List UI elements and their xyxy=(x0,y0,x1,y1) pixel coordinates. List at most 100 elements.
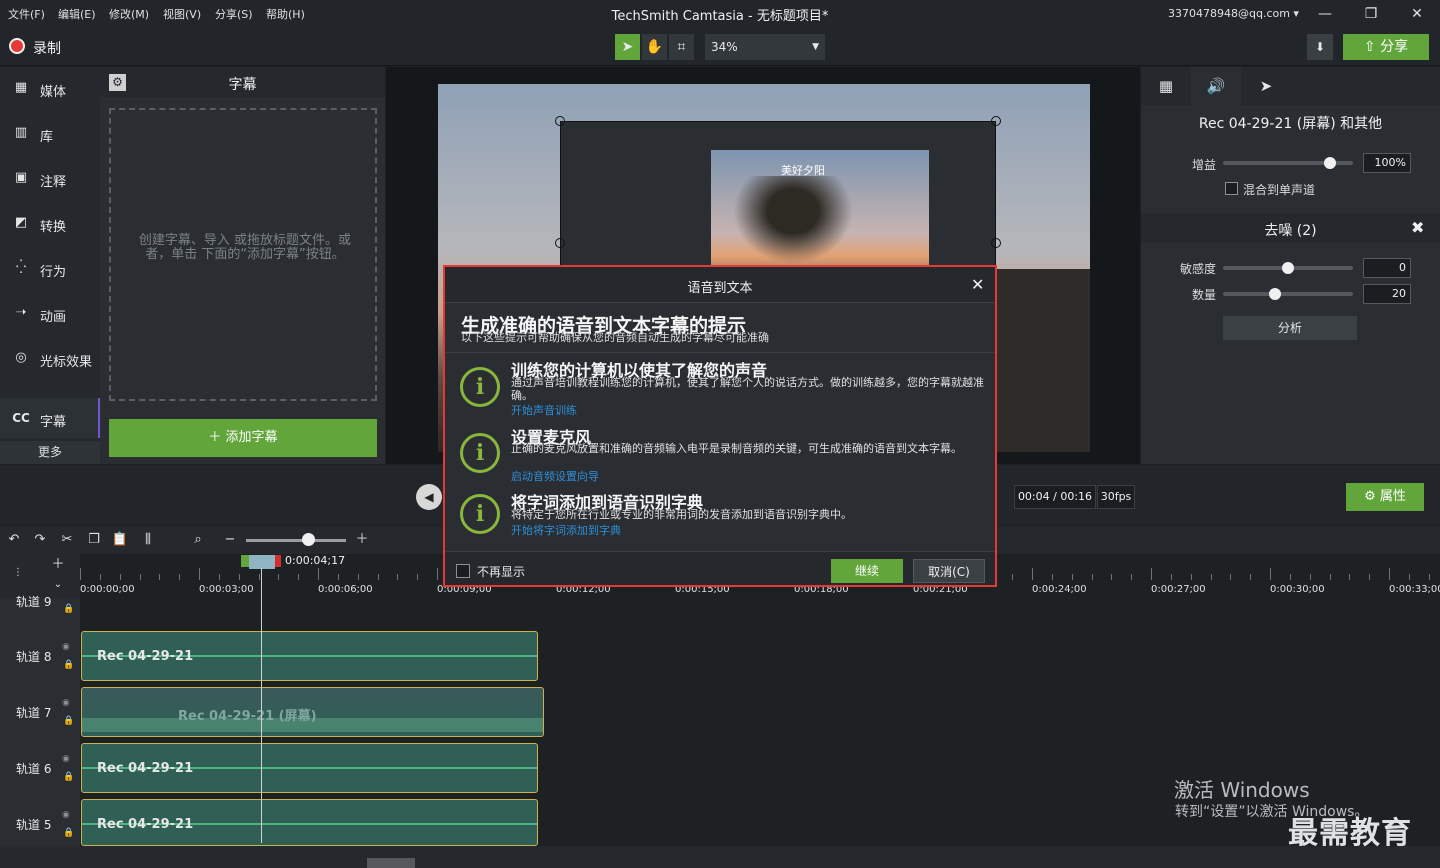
close-icon[interactable]: ✕ xyxy=(971,275,984,294)
resize-handle[interactable] xyxy=(991,238,1001,248)
eye-icon[interactable]: ◉ xyxy=(62,810,70,820)
lock-icon[interactable]: 🔒 xyxy=(63,604,74,614)
lock-icon[interactable]: 🔒 xyxy=(63,772,74,782)
scrollbar-thumb[interactable] xyxy=(367,858,415,868)
voice-training-link[interactable]: 开始声音训练 xyxy=(511,402,577,418)
rail-item-library[interactable]: ▥ 库 xyxy=(0,113,100,153)
sensitivity-input[interactable]: 0 xyxy=(1363,258,1411,278)
sensitivity-slider-knob[interactable] xyxy=(1282,262,1294,274)
mono-checkbox[interactable] xyxy=(1225,182,1238,195)
hand-icon[interactable]: ✋ xyxy=(642,34,667,60)
rail-item-captions[interactable]: CC 字幕 xyxy=(0,398,100,438)
account-menu[interactable]: 3370478948@qq.com ▾ xyxy=(1168,7,1299,20)
track-header[interactable]: 轨道 6 ◉ 🔒 xyxy=(0,740,80,796)
menu-modify[interactable]: 修改(M) xyxy=(109,6,149,22)
restore-icon[interactable]: ❐ xyxy=(1359,4,1383,24)
lock-icon[interactable]: 🔒 xyxy=(63,828,74,838)
audio-clip[interactable]: Rec 04-29-21 xyxy=(81,799,538,846)
amount-input[interactable]: 20 xyxy=(1363,284,1411,304)
rail-more-button[interactable]: 更多 xyxy=(0,441,100,464)
step-back-icon[interactable]: ◀ xyxy=(416,484,442,510)
resize-handle[interactable] xyxy=(555,116,565,126)
resize-handle[interactable] xyxy=(555,238,565,248)
rail-item-behaviors[interactable]: ⁛ 行为 xyxy=(0,248,100,288)
menu-file[interactable]: 文件(F) xyxy=(8,6,45,22)
properties-button[interactable]: ⚙ 属性 xyxy=(1346,483,1424,511)
add-track-icon[interactable]: ＋ xyxy=(48,556,68,574)
rail-item-transitions[interactable]: ◩ 转换 xyxy=(0,203,100,243)
track-lane[interactable]: Rec 04-29-21 xyxy=(80,628,1440,684)
track-header[interactable]: 轨道 8 ◉ 🔒 xyxy=(0,628,80,684)
add-caption-button[interactable]: ＋ 添加字幕 xyxy=(109,419,377,457)
track-controls: ＋ ⌄ ⋮ xyxy=(0,554,80,598)
cancel-button[interactable]: 取消(C) xyxy=(913,559,985,583)
undo-icon[interactable]: ↶ xyxy=(4,531,24,549)
download-icon[interactable]: ⬇ xyxy=(1307,34,1333,60)
rail-item-cursor-effects[interactable]: ◎ 光标效果 xyxy=(0,338,100,378)
split-icon[interactable]: ⫼ xyxy=(138,531,158,549)
amount-slider[interactable] xyxy=(1223,292,1353,296)
menu-help[interactable]: 帮助(H) xyxy=(266,6,305,22)
track-height-icon[interactable]: ⋮ xyxy=(8,564,28,582)
search-icon[interactable]: ⌕ xyxy=(188,531,208,549)
track-header[interactable]: 轨道 5 ◉ 🔒 xyxy=(0,796,80,846)
eye-icon[interactable]: ◉ xyxy=(62,642,70,652)
lock-icon[interactable]: 🔒 xyxy=(63,716,74,726)
library-icon: ▥ xyxy=(14,125,28,140)
screen-clip[interactable]: Rec 04-29-21 (屏幕) xyxy=(81,687,544,737)
track-header[interactable]: 轨道 9 🔒 xyxy=(0,595,80,628)
playhead-handle[interactable] xyxy=(249,555,275,569)
paste-icon[interactable]: 📋 xyxy=(110,531,130,549)
share-button[interactable]: ⇧ 分享 xyxy=(1343,34,1429,60)
ruler-minor-tick xyxy=(1329,574,1331,580)
lock-icon[interactable]: 🔒 xyxy=(63,660,74,670)
menu-edit[interactable]: 编辑(E) xyxy=(58,6,96,22)
redo-icon[interactable]: ↷ xyxy=(30,531,50,549)
arrow-icon[interactable]: ➤ xyxy=(615,34,640,60)
zoom-select[interactable]: 34% ▼ xyxy=(705,34,825,60)
video-tab-icon[interactable]: ▦ xyxy=(1141,67,1191,105)
minimize-icon[interactable]: — xyxy=(1313,4,1337,24)
audio-wizard-link[interactable]: 启动音频设置向导 xyxy=(511,468,599,484)
eye-icon[interactable]: ◉ xyxy=(62,754,70,764)
track-header[interactable]: 轨道 7 ◉ 🔒 xyxy=(0,684,80,740)
menu-view[interactable]: 视图(V) xyxy=(163,6,201,22)
cut-icon[interactable]: ✂ xyxy=(57,531,77,549)
rail-item-media[interactable]: ▦ 媒体 xyxy=(0,68,100,108)
info-icon: i xyxy=(460,367,500,407)
audio-clip[interactable]: Rec 04-29-21 xyxy=(81,743,538,793)
close-icon[interactable]: ✖ xyxy=(1411,218,1424,237)
close-icon[interactable]: ✕ xyxy=(1405,4,1429,24)
gain-input[interactable]: 100% xyxy=(1363,153,1411,173)
gain-slider-knob[interactable] xyxy=(1323,157,1336,169)
cursor-tab-icon[interactable]: ➤ xyxy=(1241,67,1291,105)
track-lane[interactable]: Rec 04-29-21 (屏幕) xyxy=(80,684,1440,740)
add-words-link[interactable]: 开始将字词添加到字典 xyxy=(511,522,621,538)
zoom-out-icon[interactable]: − xyxy=(220,531,240,549)
timeline-zoom-slider[interactable] xyxy=(246,539,346,542)
chevron-down-icon[interactable]: ⌄ xyxy=(48,576,68,594)
crop-icon[interactable]: ⌗ xyxy=(669,34,694,60)
timeline-zoom-knob[interactable] xyxy=(302,533,315,546)
amount-slider-knob[interactable] xyxy=(1269,288,1281,300)
eye-icon[interactable]: ◉ xyxy=(62,698,70,708)
canvas-tree-silhouette xyxy=(733,176,853,264)
timeline-scrollbar[interactable] xyxy=(80,846,1440,868)
copy-icon[interactable]: ❐ xyxy=(84,531,104,549)
resize-handle[interactable] xyxy=(991,116,1001,126)
audio-tab-icon[interactable]: 🔊 xyxy=(1191,67,1241,105)
menu-share[interactable]: 分享(S) xyxy=(215,6,253,22)
track-lane[interactable] xyxy=(80,598,1440,628)
continue-button[interactable]: 继续 xyxy=(831,559,903,583)
rail-item-annotations[interactable]: ▣ 注释 xyxy=(0,158,100,198)
record-icon[interactable] xyxy=(9,38,25,54)
audio-clip[interactable]: Rec 04-29-21 xyxy=(81,631,538,681)
rail-item-animations[interactable]: ➝ 动画 xyxy=(0,293,100,333)
analyze-button[interactable]: 分析 xyxy=(1223,316,1357,340)
dont-show-checkbox[interactable] xyxy=(456,564,470,578)
zoom-in-icon[interactable]: ＋ xyxy=(352,531,372,549)
playhead-out-marker[interactable] xyxy=(275,555,281,567)
record-button[interactable]: 录制 xyxy=(33,38,61,58)
playhead-in-marker[interactable] xyxy=(241,555,249,567)
captions-drop-zone[interactable]: 创建字幕、导入 或拖放标题文件。或者，单击 下面的“添加字幕”按钮。 xyxy=(109,108,377,401)
